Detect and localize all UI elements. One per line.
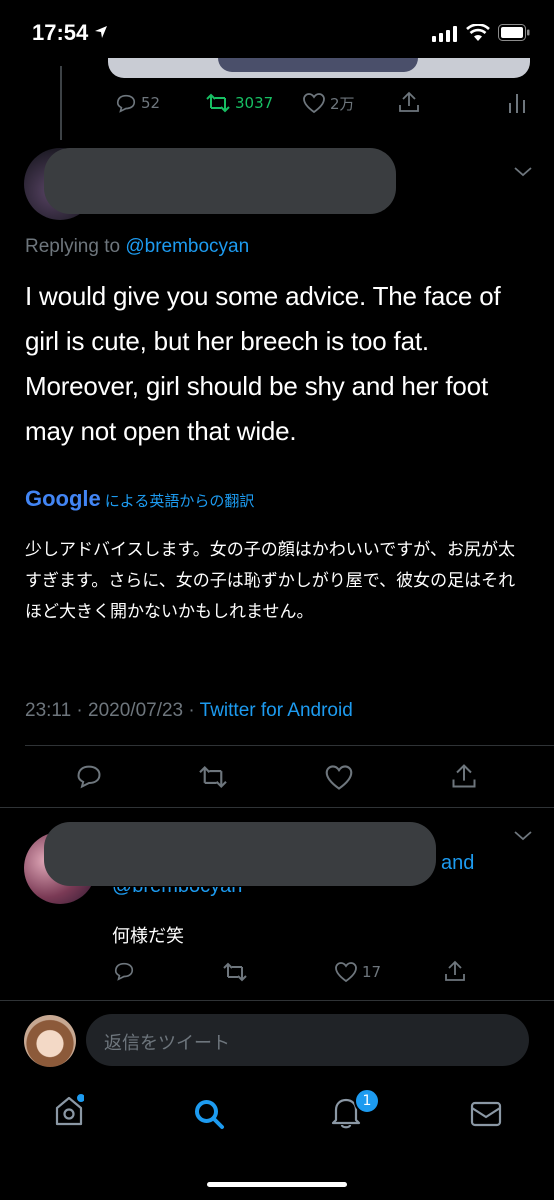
previous-share-button[interactable] (398, 90, 420, 114)
previous-tweet-media[interactable] (108, 58, 530, 78)
share-button[interactable] (451, 762, 477, 790)
timestamp: 23:11 · 2020/07/23 · (25, 700, 200, 721)
retweet-button[interactable] (197, 764, 229, 790)
status-bar: 17:54 (0, 0, 554, 66)
reply-handle-clip: @brembocyan (112, 887, 272, 900)
heart-icon (303, 93, 325, 114)
previous-retweet-button[interactable]: 3037 (205, 92, 273, 114)
previous-reply-count: 52 (141, 94, 161, 112)
thread-line (60, 66, 62, 140)
reply-and-text: and (441, 852, 475, 874)
notifications-tab[interactable]: 1 (330, 1088, 380, 1130)
status-time: 17:54 (32, 20, 89, 45)
heart-icon (325, 765, 353, 790)
wifi-icon (466, 24, 490, 42)
reply-tweet-like-button[interactable]: 17 (334, 961, 381, 983)
search-icon (195, 1100, 224, 1129)
previous-like-button[interactable]: 2万 (302, 92, 355, 114)
previous-reply-button[interactable]: 52 (115, 92, 160, 114)
replying-to-line: Replying to @brembocyan (25, 236, 249, 258)
tweet-options-chevron-icon[interactable] (513, 166, 533, 178)
google-logo: Google (25, 486, 101, 511)
home-indicator (207, 1182, 347, 1187)
signal-icon (432, 26, 458, 42)
reply-tweet-retweet-button[interactable] (222, 961, 248, 983)
messages-tab[interactable] (470, 1100, 502, 1128)
divider (0, 1000, 554, 1001)
previous-retweet-count: 3037 (235, 94, 274, 112)
share-icon (445, 960, 465, 981)
notification-badge: 1 (354, 1088, 380, 1114)
share-icon (399, 91, 419, 112)
reply-tweet-like-count: 17 (362, 963, 382, 981)
redacted-reply-author (44, 822, 436, 886)
battery-icon (498, 24, 530, 41)
reply-tweet-reply-button[interactable] (113, 960, 135, 982)
previous-like-count: 2万 (330, 94, 355, 113)
share-icon (452, 764, 476, 788)
retweet-icon (206, 93, 230, 113)
replying-to-handle-link[interactable]: @brembocyan (125, 236, 249, 257)
heart-icon (335, 962, 357, 983)
translation-label: による英語からの翻訳 (104, 492, 255, 510)
redacted-author-name (44, 148, 396, 214)
reply-icon (77, 765, 101, 789)
source-link[interactable]: Twitter for Android (200, 700, 353, 721)
divider (25, 745, 554, 746)
previous-analytics-button[interactable] (508, 92, 526, 114)
divider (0, 807, 554, 808)
retweet-icon (199, 766, 227, 788)
translated-text: 少しアドバイスします。女の子の顔はかわいいですが、お尻が太すぎます。さらに、女の… (25, 540, 516, 622)
tweet-text: I would give you some advice. The face o… (25, 281, 501, 446)
search-tab[interactable] (193, 1098, 225, 1130)
reply-icon (114, 962, 134, 981)
reply-composer-placeholder: 返信をツイート (104, 1033, 230, 1054)
reply-composer-input[interactable]: 返信をツイート (86, 1014, 529, 1066)
tweet-meta: 23:11 · 2020/07/23 · Twitter for Android (25, 700, 353, 722)
retweet-icon (223, 962, 247, 982)
reply-button[interactable] (75, 762, 103, 790)
like-button[interactable] (324, 764, 354, 791)
analytics-icon (509, 94, 525, 113)
my-avatar[interactable] (24, 1015, 76, 1067)
home-icon (55, 1094, 84, 1126)
translation-header[interactable]: Google による英語からの翻訳 (25, 486, 254, 512)
reply-options-chevron-icon[interactable] (513, 830, 533, 842)
reply-to-handle-link[interactable]: @brembocyan (112, 887, 242, 898)
home-tab[interactable] (54, 1094, 84, 1128)
location-arrow-icon (94, 25, 108, 39)
reply-tweet-share-button[interactable] (444, 959, 466, 983)
mail-icon (470, 1101, 502, 1127)
reply-text: 何様だ笑 (112, 926, 184, 947)
replying-to-label: Replying to (25, 236, 126, 257)
reply-icon (116, 94, 136, 113)
